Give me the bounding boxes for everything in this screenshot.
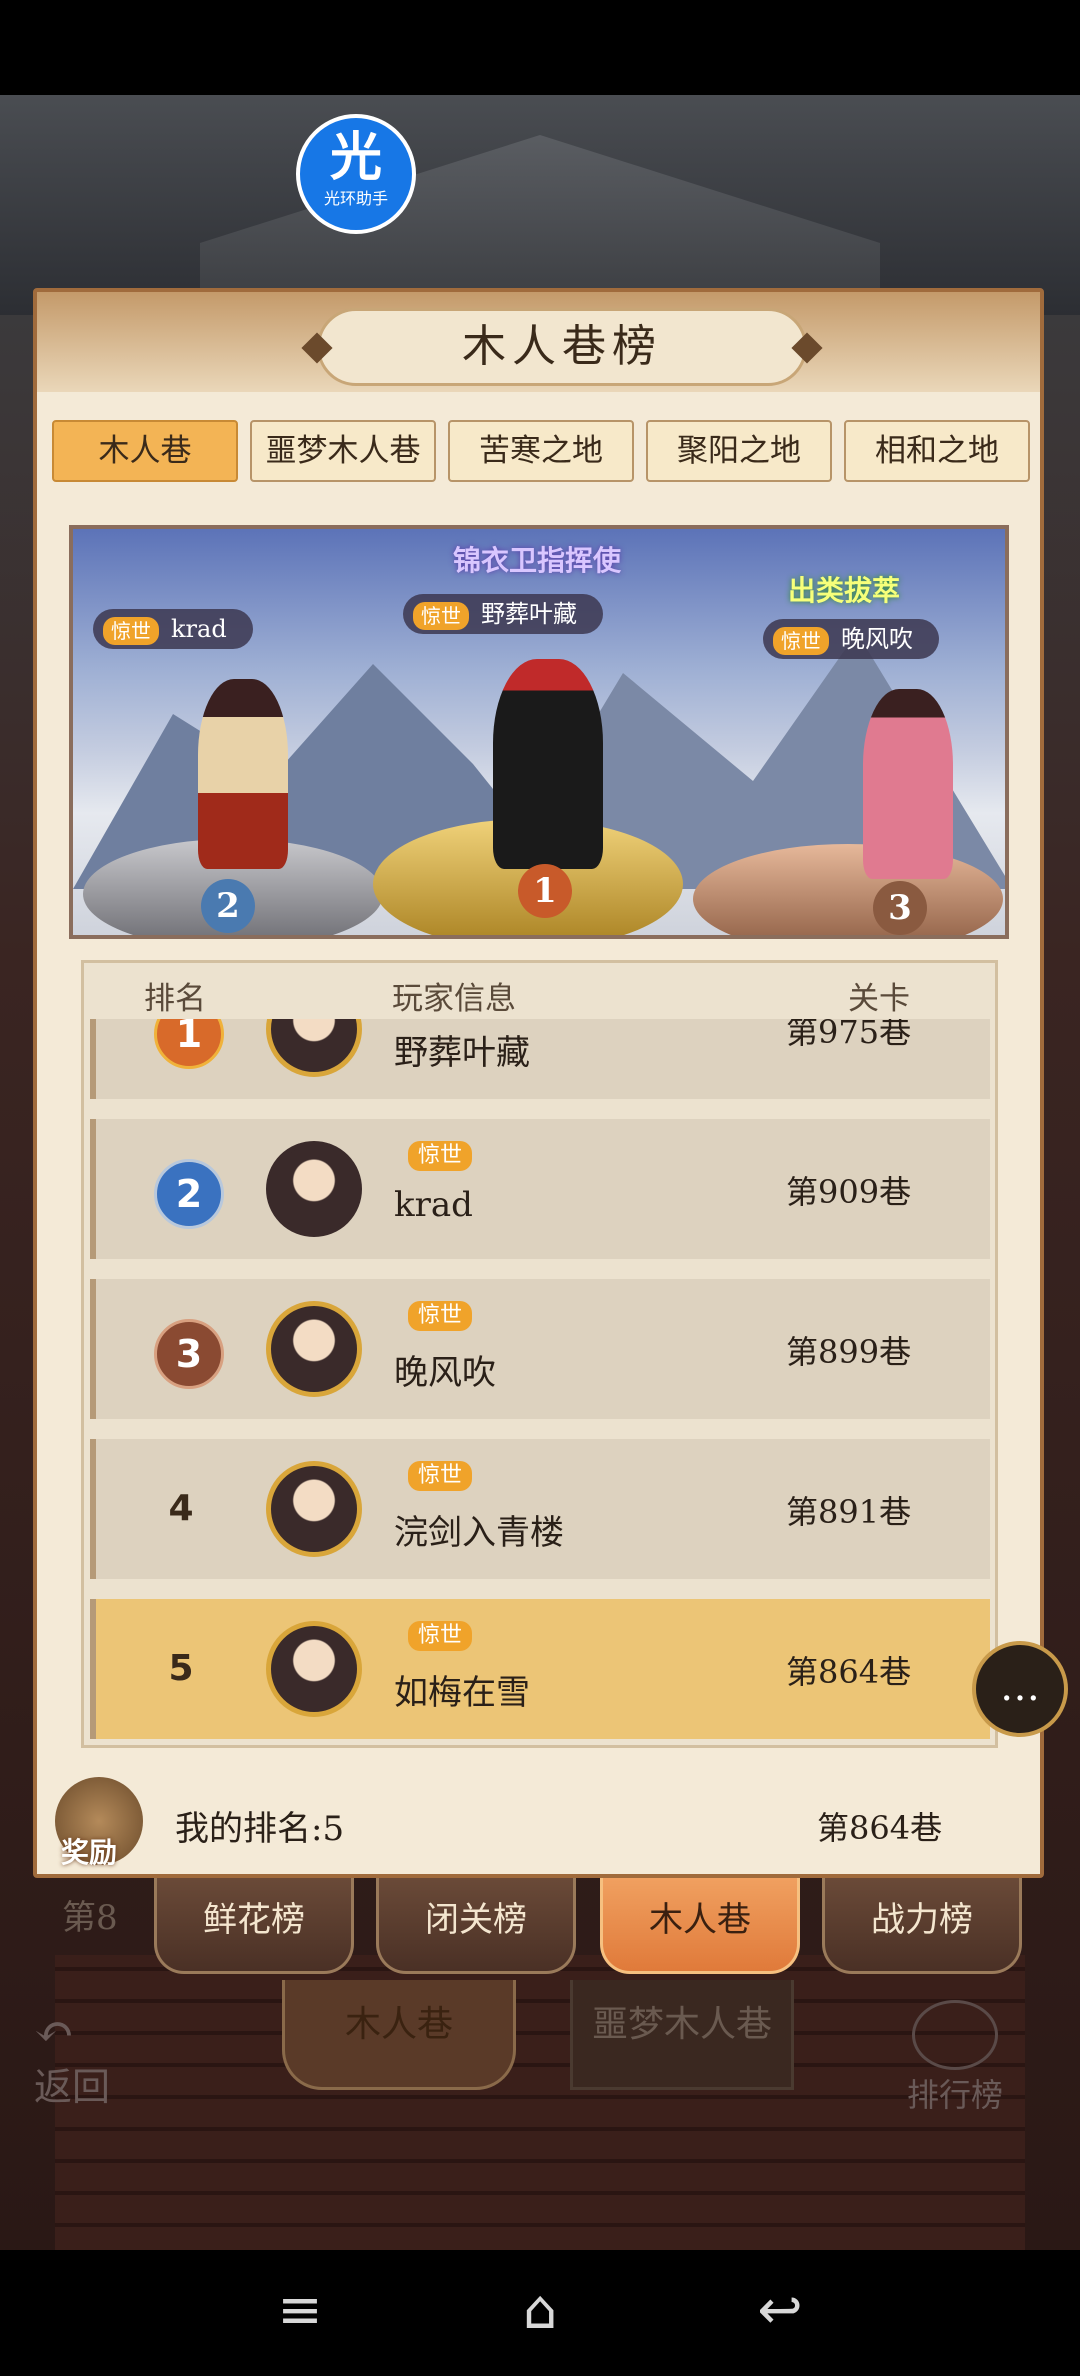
tab-muren-rank[interactable]: 木人巷 — [600, 1878, 800, 1974]
player-level: 第899巷 — [786, 1333, 912, 1371]
table-row-self[interactable]: 5 惊世 如梅在雪 第864巷 — [90, 1599, 990, 1739]
my-rank-label: 我的排名:5 — [175, 1809, 345, 1849]
tab-muren[interactable]: 木人巷 — [52, 420, 238, 482]
ranking-list[interactable]: 排名 玩家信息 关卡 1 野葬叶藏 第975巷 2 惊世 krad 第909巷 … — [81, 960, 998, 1748]
character-third[interactable] — [863, 689, 953, 879]
overlay-assistant-badge[interactable]: 光 光环助手 — [296, 114, 416, 234]
nameplate-third: 惊世 晚风吹 — [763, 619, 939, 659]
player-name: 野葬叶藏 — [394, 1033, 530, 1073]
first-place-title: 锦衣卫指挥使 — [453, 544, 622, 577]
ranking-label: 排行榜 — [906, 2076, 1003, 2114]
back-arrow-icon: ↶ — [34, 2004, 75, 2060]
menu-icon[interactable]: ≡ — [260, 2280, 340, 2340]
nameplate-second: 惊世 krad — [93, 609, 253, 649]
sub-tab-muren[interactable]: 木人巷 — [282, 1980, 516, 2090]
tag-badge: 惊世 — [413, 601, 469, 630]
player-level: 第975巷 — [786, 1019, 912, 1051]
tag-badge: 惊世 — [773, 626, 829, 655]
rank-medal-icon: 3 — [154, 1319, 224, 1389]
player-level: 第891巷 — [786, 1493, 912, 1531]
table-row[interactable]: 1 野葬叶藏 第975巷 — [90, 1019, 990, 1099]
assistant-label: 光环助手 — [323, 189, 388, 208]
back-button[interactable]: ↶ 返回 — [34, 2004, 134, 2109]
third-place-title: 出类拔萃 — [788, 574, 901, 607]
wall-decoration — [55, 1955, 1025, 2250]
tab-flower-rank[interactable]: 鲜花榜 — [154, 1878, 354, 1974]
table-row[interactable]: 3 惊世 晚风吹 第899巷 — [90, 1279, 990, 1419]
medal-first-icon: 1 — [518, 864, 572, 918]
ranking-rows[interactable]: 1 野葬叶藏 第975巷 2 惊世 krad 第909巷 3 惊世 晚风吹 第8… — [90, 1019, 990, 1744]
panel-header: 木人巷榜 — [37, 292, 1040, 392]
player-name: 野葬叶藏 — [481, 600, 577, 628]
player-level: 第909巷 — [786, 1173, 912, 1211]
title-tag: 惊世 — [408, 1301, 473, 1331]
table-row[interactable]: 2 惊世 krad 第909巷 — [90, 1119, 990, 1259]
avatar[interactable] — [266, 1461, 362, 1557]
player-name: 浣剑入青楼 — [394, 1513, 564, 1553]
tab-kuhan[interactable]: 苦寒之地 — [448, 420, 634, 482]
header-level: 关卡 — [848, 981, 910, 1017]
title-tag: 惊世 — [408, 1461, 473, 1491]
title-tag: 惊世 — [408, 1141, 473, 1171]
player-name: krad — [171, 615, 227, 643]
character-first[interactable] — [493, 659, 603, 869]
my-rank-bar: 奖励 我的排名:5 第864巷 — [37, 1767, 1040, 1877]
rank-number: 5 — [168, 1648, 194, 1689]
reward-chest-button[interactable]: 奖励 — [55, 1777, 143, 1869]
background-text: 第8 — [62, 1898, 118, 1938]
tag-badge: 惊世 — [103, 616, 159, 645]
medal-second-icon: 2 — [201, 879, 255, 933]
category-tabs: 木人巷 噩梦木人巷 苦寒之地 聚阳之地 相和之地 — [52, 420, 1032, 484]
tab-seclusion-rank[interactable]: 闭关榜 — [376, 1878, 576, 1974]
podium-banner: 锦衣卫指挥使 出类拔萃 惊世 krad 惊世 野葬叶藏 惊世 晚风吹 2 1 3 — [69, 525, 1009, 939]
tab-power-rank[interactable]: 战力榜 — [822, 1878, 1022, 1974]
character-second[interactable] — [198, 679, 288, 869]
header-player-info: 玩家信息 — [392, 981, 516, 1017]
player-name: krad — [394, 1185, 473, 1225]
my-rank-level: 第864巷 — [817, 1809, 943, 1847]
player-name: 晚风吹 — [841, 625, 913, 653]
avatar[interactable] — [266, 1301, 362, 1397]
assistant-icon: 光 — [329, 128, 382, 188]
nameplate-first: 惊世 野葬叶藏 — [403, 594, 603, 634]
rank-number: 4 — [168, 1488, 194, 1529]
ranking-button[interactable]: 排行榜 — [890, 2000, 1020, 2114]
player-name: 晚风吹 — [394, 1353, 496, 1393]
avatar[interactable] — [266, 1141, 362, 1237]
title-tag: 惊世 — [408, 1621, 473, 1651]
header-rank: 排名 — [144, 981, 206, 1017]
ranking-icon — [912, 2000, 998, 2070]
list-header: 排名 玩家信息 关卡 — [84, 963, 995, 1019]
avatar[interactable] — [266, 1019, 362, 1077]
back-label: 返回 — [34, 2065, 111, 2109]
bottom-rank-tabs: 鲜花榜 闭关榜 木人巷 战力榜 — [150, 1878, 1030, 1978]
rank-medal-icon: 1 — [154, 1019, 224, 1069]
rank-medal-icon: 2 — [154, 1159, 224, 1229]
leaderboard-panel: 木人巷榜 木人巷 噩梦木人巷 苦寒之地 聚阳之地 相和之地 锦衣卫指挥使 出类拔… — [33, 288, 1044, 1878]
panel-title: 木人巷榜 — [317, 308, 807, 386]
player-level: 第864巷 — [786, 1653, 912, 1691]
medal-third-icon: 3 — [873, 881, 927, 935]
table-row[interactable]: 4 惊世 浣剑入青楼 第891巷 — [90, 1439, 990, 1579]
avatar[interactable] — [266, 1621, 362, 1717]
home-icon[interactable]: ⌂ — [500, 2280, 580, 2340]
player-name: 如梅在雪 — [394, 1673, 530, 1713]
sub-tab-nightmare-muren[interactable]: 噩梦木人巷 — [570, 1980, 794, 2090]
roof-decoration — [0, 95, 1080, 315]
reward-label: 奖励 — [61, 1836, 118, 1869]
chat-bubble-icon[interactable]: … — [972, 1641, 1068, 1737]
tab-juyang[interactable]: 聚阳之地 — [646, 420, 832, 482]
tab-nightmare-muren[interactable]: 噩梦木人巷 — [250, 420, 436, 482]
tab-xianghe[interactable]: 相和之地 — [844, 420, 1030, 482]
back-nav-icon[interactable]: ↩ — [740, 2280, 820, 2340]
system-nav-bar: ≡ ⌂ ↩ — [0, 2250, 1080, 2376]
